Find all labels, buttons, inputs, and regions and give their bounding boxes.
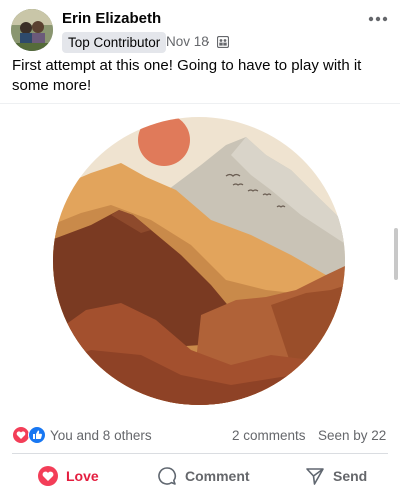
author-name[interactable]: Erin Elizabeth: [62, 10, 161, 27]
post-header: Erin Elizabeth Top Contributor Nov 18 ·: [0, 0, 400, 56]
reaction-summary-text[interactable]: You and 8 others: [50, 428, 152, 443]
love-label: Love: [66, 468, 99, 484]
send-icon: [306, 468, 324, 485]
love-button[interactable]: Love: [38, 454, 99, 498]
love-icon: [38, 466, 58, 486]
reactions-summary-row: You and 8 others 2 comments Seen by 22: [0, 418, 400, 452]
seen-by-count[interactable]: Seen by 22: [318, 428, 386, 443]
group-icon: [217, 36, 229, 48]
send-label: Send: [333, 468, 368, 484]
post-date[interactable]: Nov 18: [166, 34, 209, 49]
post-text: First attempt at this one! Going to have…: [12, 57, 362, 94]
mountain-sun-painting-icon: [53, 117, 345, 405]
reaction-icons[interactable]: [12, 426, 48, 444]
post-image[interactable]: [0, 103, 400, 415]
comment-icon: [158, 467, 177, 485]
comments-count[interactable]: 2 comments: [232, 428, 306, 443]
top-contributor-badge[interactable]: Top Contributor: [62, 32, 167, 53]
more-options-icon[interactable]: [366, 10, 390, 28]
send-button[interactable]: Send: [305, 454, 367, 498]
avatar[interactable]: [11, 9, 53, 51]
post-actions: Love Comment Send: [0, 454, 400, 498]
scrollbar[interactable]: [394, 228, 398, 280]
meta-separator: ·: [206, 34, 211, 49]
comment-button[interactable]: Comment: [157, 454, 250, 498]
comment-label: Comment: [185, 468, 250, 484]
